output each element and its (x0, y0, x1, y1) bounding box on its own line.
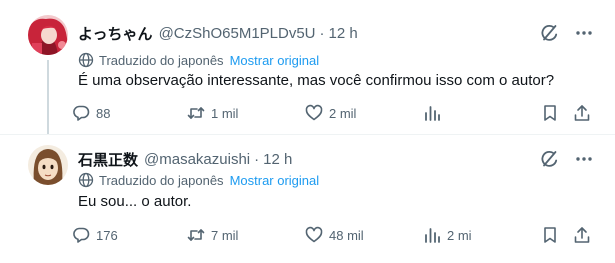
share-icon (574, 105, 590, 121)
like-count: 48 mil (329, 227, 364, 243)
separator-dot: · (254, 150, 260, 168)
tweet-header: よっちゃん @CzShO65M1PLDv5U · 12 h (78, 22, 605, 44)
retweet-button[interactable]: 7 mil (187, 225, 238, 245)
reply-count: 176 (96, 227, 118, 243)
tweet-actions: 176 7 mil 48 mil 2 mi (72, 225, 603, 245)
thread-connector-line (47, 60, 49, 134)
share-button[interactable] (573, 225, 591, 245)
show-original-link[interactable]: Mostrar original (230, 53, 320, 68)
tweet-text: É uma observação interessante, mas você … (78, 72, 555, 89)
views-count: 2 mi (447, 227, 472, 243)
views-icon (425, 228, 440, 243)
avatar[interactable] (28, 145, 68, 185)
like-icon (305, 226, 323, 243)
conversation-thread: よっちゃん @CzShO65M1PLDv5U · 12 h Traduzido … (0, 0, 615, 262)
retweet-button[interactable]: 1 mil (187, 103, 238, 123)
more-icon[interactable] (573, 22, 595, 44)
avatar[interactable] (28, 15, 68, 55)
views-button[interactable] (423, 103, 447, 123)
tweet-actions: 88 1 mil 2 mil (72, 103, 603, 123)
tweet[interactable]: よっちゃん @CzShO65M1PLDv5U · 12 h Traduzido … (0, 0, 615, 134)
timestamp[interactable]: 12 h (263, 151, 292, 168)
timestamp[interactable]: 12 h (329, 25, 358, 42)
separator-dot: · (319, 24, 325, 42)
retweet-icon (187, 107, 205, 119)
share-button[interactable] (573, 103, 591, 123)
translated-label: Traduzido do japonês (99, 172, 224, 188)
reply-count: 88 (96, 105, 111, 121)
grok-icon[interactable] (539, 22, 561, 44)
tweet-text: Eu sou... o autor. (78, 193, 192, 210)
retweet-icon (187, 229, 205, 241)
like-button[interactable]: 48 mil (305, 225, 364, 245)
show-original-link[interactable]: Mostrar original (230, 173, 320, 188)
share-icon (574, 227, 590, 243)
like-button[interactable]: 2 mil (305, 103, 356, 123)
views-icon (425, 106, 440, 121)
retweet-count: 1 mil (211, 105, 239, 121)
bookmark-button[interactable] (541, 103, 559, 123)
more-icon[interactable] (573, 148, 595, 170)
bookmark-icon (544, 105, 556, 121)
grok-icon[interactable] (539, 148, 561, 170)
like-icon (305, 104, 323, 121)
reply-button[interactable]: 176 (72, 225, 118, 245)
tweet-header: 石黒正数 @masakazuishi · 12 h (78, 148, 605, 170)
translation-note: Traduzido do japonês Mostrar original (78, 51, 319, 69)
user-handle[interactable]: @masakazuishi (144, 151, 250, 168)
reply-icon (73, 105, 90, 121)
views-button[interactable]: 2 mi (423, 225, 472, 245)
bookmark-icon (544, 227, 556, 243)
like-count: 2 mil (329, 105, 357, 121)
globe-icon (78, 172, 94, 188)
display-name[interactable]: 石黒正数 (78, 149, 138, 170)
user-handle[interactable]: @CzShO65M1PLDv5U (159, 25, 316, 42)
translated-label: Traduzido do japonês (99, 52, 224, 68)
tweet[interactable]: 石黒正数 @masakazuishi · 12 h Traduzido do j… (0, 134, 615, 263)
reply-button[interactable]: 88 (72, 103, 110, 123)
translation-note: Traduzido do japonês Mostrar original (78, 171, 319, 189)
reply-icon (73, 227, 90, 243)
retweet-count: 7 mil (211, 227, 239, 243)
globe-icon (78, 52, 94, 68)
bookmark-button[interactable] (541, 225, 559, 245)
display-name[interactable]: よっちゃん (78, 23, 153, 44)
